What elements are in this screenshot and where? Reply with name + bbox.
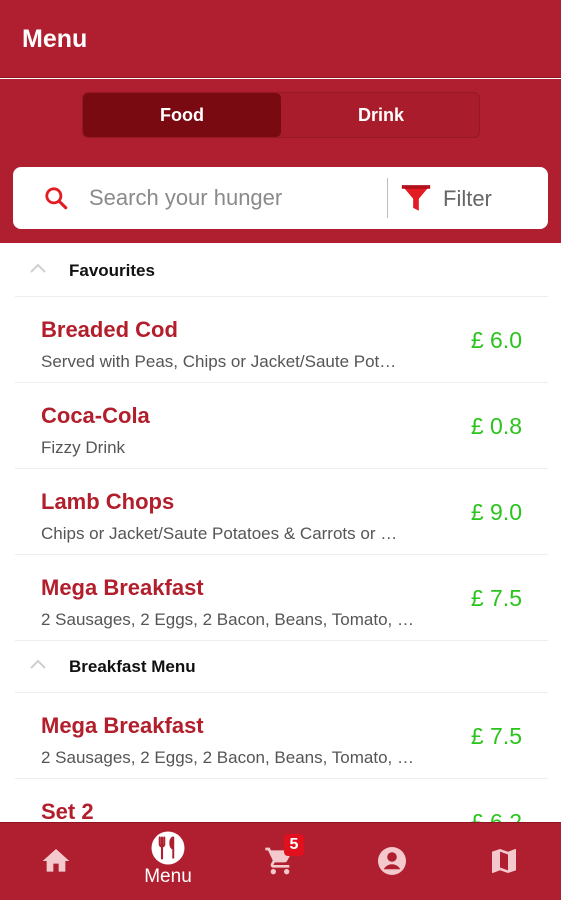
category-tabs-bar: Food Drink	[0, 79, 561, 155]
item-name: Coca-Cola	[41, 403, 150, 428]
item-description: 2 Sausages, 2 Eggs, 2 Bacon, Beans, Toma…	[41, 610, 414, 629]
item-price: £ 6.2	[470, 809, 522, 822]
nav-map[interactable]	[448, 823, 560, 900]
section-title: Favourites	[69, 261, 155, 280]
item-name: Lamb Chops	[41, 489, 175, 514]
list-item[interactable]: Mega Breakfast 2 Sausages, 2 Eggs, 2 Bac…	[15, 693, 548, 779]
item-price: £ 7.5	[470, 723, 522, 749]
item-description: Served with Peas, Chips or Jacket/Saute …	[41, 352, 397, 371]
item-name: Set 2	[41, 799, 94, 822]
item-price: £ 0.8	[470, 413, 522, 439]
tab-drink[interactable]: Drink	[282, 93, 479, 137]
nav-label: Menu	[144, 866, 192, 887]
item-name: Breaded Cod	[41, 317, 178, 342]
search-icon[interactable]	[43, 185, 69, 211]
list-item[interactable]: Breaded Cod Served with Peas, Chips or J…	[15, 297, 548, 383]
restaurant-menu-icon	[151, 831, 185, 865]
map-icon	[492, 849, 516, 873]
menu-list[interactable]: Favourites Breaded Cod Served with Peas,…	[0, 243, 561, 822]
filter-label: Filter	[443, 186, 492, 211]
app-bar: Menu	[0, 0, 561, 78]
nav-menu[interactable]: Menu	[112, 823, 224, 900]
account-icon	[378, 847, 406, 875]
section-header-favourites[interactable]: Favourites	[15, 243, 548, 297]
list-item[interactable]: Set 2 £ 6.2	[15, 779, 548, 822]
section-title: Breakfast Menu	[69, 657, 196, 676]
filter-button[interactable]: Filter	[399, 177, 539, 219]
chevron-up-icon	[30, 659, 46, 669]
item-name: Mega Breakfast	[41, 575, 204, 600]
search-input[interactable]	[89, 181, 379, 215]
search-divider	[387, 178, 388, 218]
bottom-navigation: Menu 5	[0, 822, 561, 900]
item-price: £ 7.5	[470, 585, 522, 611]
item-name: Mega Breakfast	[41, 713, 204, 738]
item-description: 2 Sausages, 2 Eggs, 2 Bacon, Beans, Toma…	[41, 748, 414, 767]
item-price: £ 6.0	[470, 327, 522, 353]
nav-account[interactable]	[336, 823, 448, 900]
page-title: Menu	[22, 25, 88, 53]
category-segmented-control: Food Drink	[82, 92, 480, 138]
search-box: Filter	[13, 167, 548, 229]
list-item[interactable]: Coca-Cola Fizzy Drink £ 0.8	[15, 383, 548, 469]
filter-funnel-icon	[401, 185, 431, 211]
list-item[interactable]: Lamb Chops Chips or Jacket/Saute Potatoe…	[15, 469, 548, 555]
tab-food[interactable]: Food	[83, 93, 281, 137]
cart-count-badge: 5	[284, 834, 304, 856]
nav-home[interactable]	[0, 823, 112, 900]
item-description: Chips or Jacket/Saute Potatoes & Carrots…	[41, 524, 398, 543]
item-price: £ 9.0	[470, 499, 522, 525]
home-icon	[42, 849, 70, 872]
chevron-up-icon	[30, 263, 46, 273]
item-description: Fizzy Drink	[41, 438, 126, 457]
search-area: Filter	[0, 155, 561, 243]
nav-cart[interactable]: 5	[224, 823, 336, 900]
section-header-breakfast-menu[interactable]: Breakfast Menu	[15, 639, 548, 693]
list-item[interactable]: Mega Breakfast 2 Sausages, 2 Eggs, 2 Bac…	[15, 555, 548, 641]
